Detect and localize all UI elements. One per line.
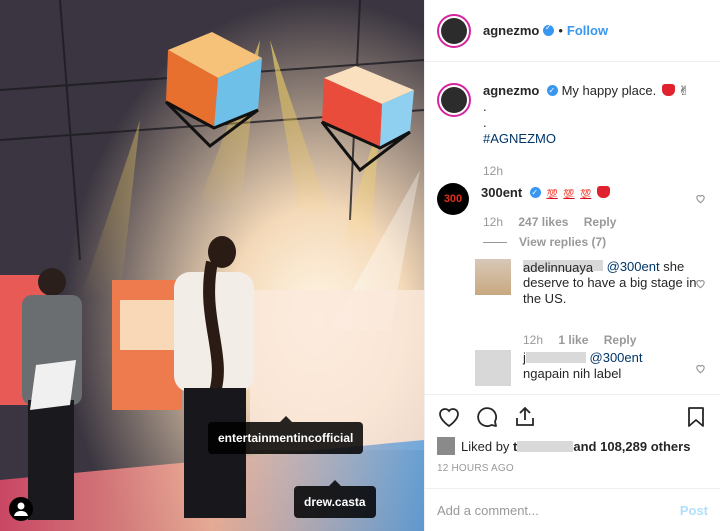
reply-avatar[interactable] bbox=[475, 259, 511, 295]
bookmark-icon[interactable] bbox=[684, 405, 708, 429]
reply-text: ngapain nih label bbox=[523, 366, 622, 381]
verified-badge-icon bbox=[529, 185, 541, 201]
caption-author-avatar[interactable] bbox=[437, 83, 471, 117]
hand-emoji-icon: ✌ bbox=[678, 83, 690, 98]
add-comment-input[interactable] bbox=[437, 502, 680, 518]
liked-by-prefix: Liked by bbox=[461, 438, 510, 454]
like-comment-heart-icon[interactable] bbox=[695, 363, 706, 374]
comment-time: 12h bbox=[483, 215, 504, 229]
caption-line-2: . bbox=[483, 99, 487, 114]
reply-time: 12h bbox=[523, 333, 544, 347]
comment-username[interactable]: 300ent bbox=[481, 185, 522, 200]
caption-line-3: . bbox=[483, 115, 487, 130]
view-replies-line bbox=[483, 242, 507, 244]
share-icon[interactable] bbox=[513, 405, 537, 429]
blurred-username[interactable]: adelinnuaya bbox=[523, 260, 603, 275]
hundred-emoji-icon: 💯 bbox=[563, 189, 575, 199]
post-photo[interactable]: entertainmentincofficial drew.casta bbox=[0, 0, 424, 531]
tagged-users-icon[interactable] bbox=[9, 497, 33, 521]
verified-badge-icon bbox=[543, 23, 555, 36]
reply-likes[interactable]: 1 like bbox=[558, 333, 588, 347]
mention-link[interactable]: @300ent bbox=[590, 350, 643, 365]
photo-tag-drew-casta[interactable]: drew.casta bbox=[294, 480, 376, 518]
view-replies-label: View replies (7) bbox=[519, 235, 607, 249]
heart-emoji-icon bbox=[596, 186, 610, 198]
hundred-emoji-icon: 💯 bbox=[546, 189, 558, 199]
photo-tag-entertainmentincofficial[interactable]: entertainmentincofficial bbox=[208, 416, 364, 454]
comment-item: 300 300ent 💯 💯 💯 bbox=[437, 183, 706, 215]
view-replies-button[interactable]: View replies (7) bbox=[483, 235, 706, 249]
verified-badge-icon bbox=[546, 83, 558, 99]
post-header: agnezmo • Follow bbox=[425, 0, 720, 62]
liked-by-others[interactable]: and 108,289 others bbox=[573, 439, 690, 454]
hundred-emoji-icon: 💯 bbox=[580, 189, 592, 199]
post-comment-button[interactable]: Post bbox=[680, 503, 708, 518]
mention-link[interactable]: @300ent bbox=[607, 259, 660, 274]
reply-item: j @300ent ngapain nih label bbox=[475, 350, 706, 386]
reply-meta: 12h 1 like Reply bbox=[523, 333, 706, 347]
caption: agnezmo My happy place. ✌ . . #AGNEZMO bbox=[437, 83, 706, 147]
author-username[interactable]: agnezmo bbox=[483, 23, 539, 38]
post-details-panel: agnezmo • Follow agnezmo My happy place.… bbox=[424, 0, 720, 531]
separator-dot: • bbox=[558, 23, 563, 38]
like-heart-icon[interactable] bbox=[437, 405, 461, 429]
post-timestamp[interactable]: 12 HOURS AGO bbox=[437, 463, 514, 474]
reply-avatar[interactable] bbox=[475, 350, 511, 386]
add-comment-bar: Post bbox=[425, 488, 720, 531]
likes-summary: Liked by t and 108,289 others bbox=[437, 437, 690, 455]
comment-meta: 12h 247 likes Reply bbox=[483, 215, 706, 229]
comment-likes[interactable]: 247 likes bbox=[518, 215, 568, 229]
follow-button[interactable]: Follow bbox=[567, 23, 608, 38]
blurred-username bbox=[525, 352, 586, 363]
hashtag-link[interactable]: #AGNEZMO bbox=[483, 131, 556, 146]
heart-emoji-icon bbox=[661, 84, 675, 96]
reply-item: adelinnuaya @300ent she deserve to have … bbox=[475, 259, 706, 307]
reply-button[interactable]: Reply bbox=[604, 333, 637, 347]
caption-text: My happy place. bbox=[561, 83, 657, 98]
caption-time: 12h bbox=[483, 164, 504, 178]
reply-button[interactable]: Reply bbox=[584, 215, 617, 229]
author-avatar[interactable] bbox=[437, 13, 471, 48]
blurred-username bbox=[517, 440, 574, 452]
comments-list[interactable]: agnezmo My happy place. ✌ . . #AGNEZMO 1… bbox=[425, 63, 720, 393]
caption-username[interactable]: agnezmo bbox=[483, 83, 539, 98]
comment-bubble-icon[interactable] bbox=[475, 405, 499, 429]
liker-avatar[interactable] bbox=[437, 437, 455, 455]
like-comment-heart-icon[interactable] bbox=[695, 193, 706, 204]
comment-avatar-300ent[interactable]: 300 bbox=[437, 183, 469, 215]
like-comment-heart-icon[interactable] bbox=[695, 278, 706, 289]
post-actions: Liked by t and 108,289 others 12 HOURS A… bbox=[425, 394, 720, 490]
